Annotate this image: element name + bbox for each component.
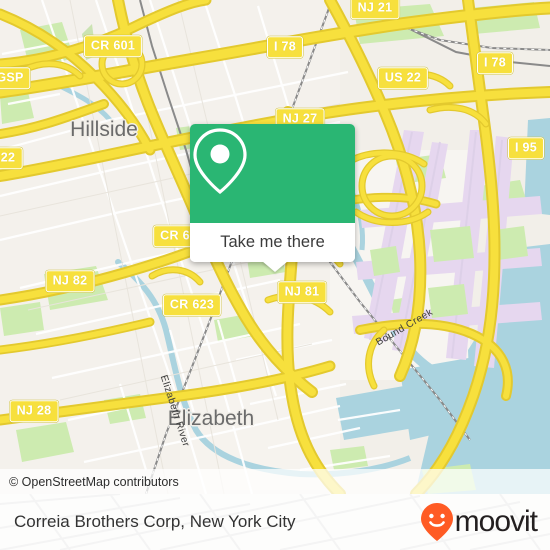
road-shield: NJ 82	[45, 270, 95, 292]
road-shield: CR 623	[162, 294, 222, 316]
map-attribution-bar: © OpenStreetMap contributors	[0, 469, 550, 494]
moovit-map-screenshot: NJ 21 CR 601 I 78 I 78 US 22 GSP NJ 27 I 95 22 CR…	[0, 0, 550, 550]
road-shield: US 22	[377, 67, 429, 89]
road-shield: I 95	[507, 137, 545, 159]
location-popup-card[interactable]: Take me there	[190, 124, 355, 262]
moovit-wordmark: moovit	[454, 505, 538, 538]
road-shield: NJ 21	[350, 0, 400, 19]
road-shield: 22	[0, 147, 23, 169]
road-shield: NJ 28	[9, 400, 59, 422]
moovit-smiley-pin-icon	[420, 503, 453, 541]
attribution-text[interactable]: © OpenStreetMap contributors	[0, 475, 179, 489]
place-label: Hillside	[70, 118, 138, 141]
map-pin-icon	[193, 128, 247, 195]
page-title: Correia Brothers Corp, New York City	[14, 512, 296, 531]
road-shield: GSP	[0, 67, 31, 89]
footer-bar: Correia Brothers Corp, New York City moo…	[0, 494, 550, 550]
take-me-there-button[interactable]: Take me there	[190, 223, 355, 262]
popup-header	[190, 124, 355, 223]
popup-pointer	[262, 261, 288, 272]
road-shield: I 78	[266, 36, 304, 58]
map-canvas[interactable]: NJ 21 CR 601 I 78 I 78 US 22 GSP NJ 27 I 95 22 CR…	[0, 0, 550, 494]
road-shield: NJ 81	[277, 281, 327, 303]
road-shield: CR 601	[83, 35, 143, 57]
road-shield: I 78	[476, 52, 514, 74]
moovit-logo[interactable]: moovit	[420, 494, 538, 550]
